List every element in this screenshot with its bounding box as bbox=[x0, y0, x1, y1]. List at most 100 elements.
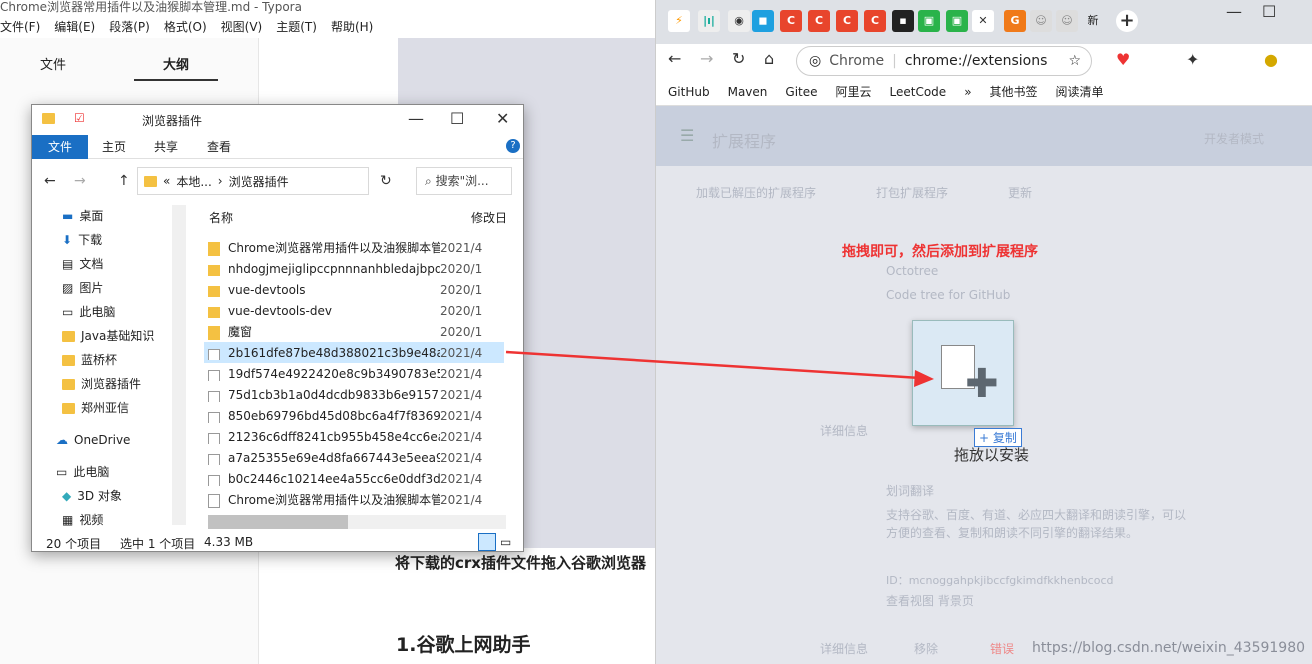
tab-outline[interactable]: 大纲 bbox=[163, 54, 189, 73]
menu-icon[interactable]: ☰ bbox=[680, 126, 694, 145]
url-text[interactable]: chrome://extensions bbox=[905, 53, 1048, 69]
nav-item[interactable]: 郑州亚信 bbox=[62, 397, 129, 419]
remove-button[interactable]: 移除 bbox=[914, 640, 938, 657]
tiles-view-icon[interactable]: ▭ bbox=[500, 535, 511, 549]
errors-button[interactable]: 错误 bbox=[990, 640, 1014, 657]
minimize-icon[interactable]: — bbox=[1226, 2, 1242, 21]
file-row[interactable]: nhdogjmejiglipccpnnnanhbledajbpd 2020/1 bbox=[204, 258, 504, 279]
star-icon[interactable]: ☆ bbox=[1068, 53, 1081, 69]
drop-target[interactable]: ✚ bbox=[912, 320, 1014, 426]
file-row[interactable]: Chrome浏览器常用插件以及油猴脚本管... 2021/4 bbox=[204, 489, 504, 510]
menu-file[interactable]: 文件(F) bbox=[0, 16, 40, 38]
bookmark-maven[interactable]: Maven bbox=[728, 85, 768, 99]
bookmark-leetcode[interactable]: LeetCode bbox=[890, 85, 947, 99]
tab-view[interactable]: 查看 bbox=[207, 135, 231, 159]
nav-item[interactable]: ▨ 图片 bbox=[62, 277, 103, 299]
bookmark-aliyun[interactable]: 阿里云 bbox=[836, 83, 872, 100]
file-row[interactable]: a7a25355e69e4d8fa667443e5eea94d...2021/4 bbox=[204, 447, 504, 468]
address-bar[interactable]: « 本地... › 浏览器插件 bbox=[137, 167, 369, 195]
tab-icon[interactable]: C bbox=[836, 10, 858, 32]
help-icon[interactable]: ? bbox=[506, 139, 520, 153]
nav-item[interactable]: Java基础知识 bbox=[62, 325, 154, 347]
bookmark-other[interactable]: 其他书签 bbox=[990, 83, 1038, 100]
tab-icon[interactable]: G bbox=[1004, 10, 1026, 32]
tab-home[interactable]: 主页 bbox=[102, 135, 126, 159]
tab-files[interactable]: 文件 bbox=[40, 54, 66, 73]
tab-icon[interactable]: C bbox=[780, 10, 802, 32]
up-icon[interactable]: ↑ bbox=[118, 173, 130, 189]
nav-item[interactable]: ☁ OneDrive bbox=[56, 429, 130, 451]
column-header-name[interactable]: 名称 bbox=[209, 209, 233, 226]
menu-paragraph[interactable]: 段落(P) bbox=[109, 16, 150, 38]
bookmark-reading-list[interactable]: 阅读清单 bbox=[1056, 83, 1104, 100]
maximize-icon[interactable]: ☐ bbox=[450, 109, 464, 128]
column-header-date[interactable]: 修改日 bbox=[471, 209, 507, 226]
search-input[interactable]: ⌕ 搜索"浏... bbox=[416, 167, 512, 195]
bookmark-overflow[interactable]: » bbox=[964, 85, 971, 99]
file-row[interactable]: 75d1cb3b1a0d4dcdb9833b6e915770...2021/4 bbox=[204, 384, 504, 405]
file-row[interactable]: Chrome浏览器常用插件以及油猴脚本管... 2021/4 bbox=[204, 237, 504, 258]
nav-item[interactable]: ◆ 3D 对象 bbox=[62, 485, 122, 507]
nav-item[interactable]: ▦ 视频 bbox=[62, 509, 103, 531]
menu-help[interactable]: 帮助(H) bbox=[331, 16, 373, 38]
load-unpacked-button[interactable]: 加载已解压的扩展程序 bbox=[696, 184, 816, 201]
tab-icon[interactable]: C bbox=[864, 10, 886, 32]
forward-icon[interactable]: → bbox=[700, 49, 713, 68]
details-button[interactable]: 详细信息 bbox=[820, 640, 868, 657]
tab-icon[interactable]: ▣ bbox=[918, 10, 940, 32]
nav-item[interactable]: ⬇ 下载 bbox=[62, 229, 102, 251]
breadcrumb-item[interactable]: 浏览器插件 bbox=[229, 173, 289, 190]
update-button[interactable]: 更新 bbox=[1008, 184, 1032, 201]
new-tab-button[interactable]: + bbox=[1116, 10, 1138, 32]
file-row[interactable]: 21236c6dff8241cb955b458e4cc6ea87...2021/… bbox=[204, 426, 504, 447]
profile-avatar[interactable]: ● bbox=[1264, 50, 1278, 69]
tab-icon[interactable]: ⚡ bbox=[668, 10, 690, 32]
tab-file[interactable]: 文件 bbox=[32, 135, 88, 159]
pack-extension-button[interactable]: 打包扩展程序 bbox=[876, 184, 948, 201]
heart-icon[interactable]: ♥ bbox=[1116, 50, 1130, 69]
extensions-icon[interactable]: ✦ bbox=[1186, 50, 1199, 69]
minimize-icon[interactable]: — bbox=[408, 109, 424, 128]
tab-close-icon[interactable]: ✕ bbox=[972, 10, 994, 32]
back-icon[interactable]: ← bbox=[44, 173, 56, 189]
tab-icon[interactable]: ◼ bbox=[752, 10, 774, 32]
ext-views[interactable]: 查看视图 背景页 bbox=[886, 592, 974, 609]
nav-item[interactable]: ▭ 此电脑 bbox=[56, 461, 109, 483]
file-row[interactable]: vue-devtools 2020/1 bbox=[204, 279, 504, 300]
refresh-icon[interactable]: ↻ bbox=[380, 173, 392, 189]
close-icon[interactable]: ✕ bbox=[496, 109, 509, 128]
tab-icon[interactable]: ▣ bbox=[946, 10, 968, 32]
tab-share[interactable]: 共享 bbox=[154, 135, 178, 159]
menu-theme[interactable]: 主题(T) bbox=[276, 16, 317, 38]
menu-edit[interactable]: 编辑(E) bbox=[54, 16, 95, 38]
file-row[interactable]: 19df574e4922420e8c9b3490783e5cc...2021/4 bbox=[204, 363, 504, 384]
tab-new-label[interactable]: 新 bbox=[1082, 10, 1104, 32]
tab-icon[interactable]: C bbox=[808, 10, 830, 32]
tab-icon[interactable]: ☺ bbox=[1056, 10, 1078, 32]
file-row[interactable]: b0c2446c10214ee4a55cc6e0ddf3d40...2021/4 bbox=[204, 468, 504, 489]
menu-format[interactable]: 格式(O) bbox=[164, 16, 207, 38]
tab-icon[interactable]: ▪ bbox=[892, 10, 914, 32]
horizontal-scrollbar[interactable] bbox=[208, 515, 506, 529]
nav-item[interactable]: ▤ 文档 bbox=[62, 253, 103, 275]
back-icon[interactable]: ← bbox=[668, 49, 681, 68]
file-row[interactable]: vue-devtools-dev 2020/1 bbox=[204, 300, 504, 321]
file-row[interactable]: 850eb69796bd45d08bc6a4f7f83697c...2021/4 bbox=[204, 405, 504, 426]
details-button[interactable]: 详细信息 bbox=[820, 422, 868, 439]
nav-item[interactable]: 蓝桥杯 bbox=[62, 349, 117, 371]
maximize-icon[interactable]: ☐ bbox=[1262, 2, 1276, 21]
tab-icon[interactable]: ◉ bbox=[728, 10, 750, 32]
details-view-icon[interactable] bbox=[478, 533, 496, 551]
breadcrumb-overflow[interactable]: « bbox=[163, 174, 170, 188]
reload-icon[interactable]: ↻ bbox=[732, 49, 745, 68]
nav-item[interactable]: 浏览器插件 bbox=[62, 373, 141, 395]
tab-icon[interactable]: |ı| bbox=[698, 10, 720, 32]
tab-icon[interactable]: ☺ bbox=[1030, 10, 1052, 32]
bookmark-gitee[interactable]: Gitee bbox=[785, 85, 817, 99]
scrollbar[interactable] bbox=[172, 205, 186, 525]
nav-item[interactable]: ▬ 桌面 bbox=[62, 205, 103, 227]
menu-view[interactable]: 视图(V) bbox=[221, 16, 263, 38]
file-row[interactable]: 魔窗 2020/1 bbox=[204, 321, 504, 342]
omnibox[interactable]: ◎ Chrome | chrome://extensions ☆ bbox=[796, 46, 1092, 76]
breadcrumb-item[interactable]: 本地... bbox=[176, 173, 211, 190]
